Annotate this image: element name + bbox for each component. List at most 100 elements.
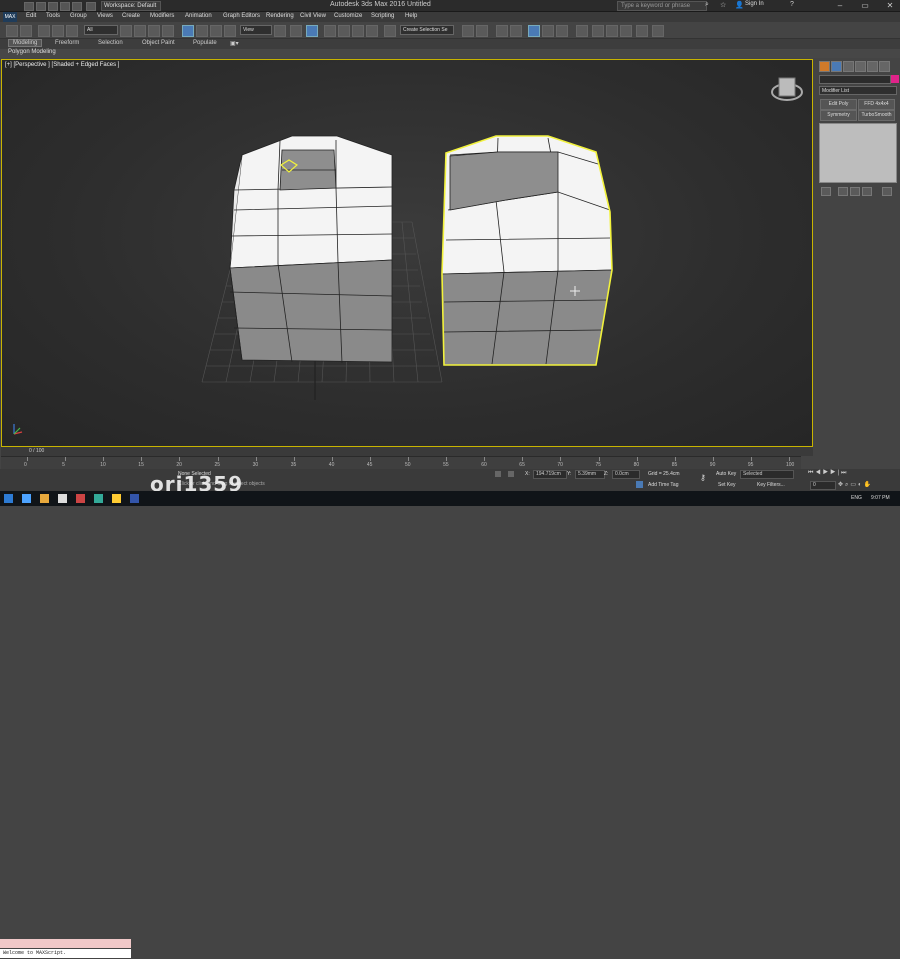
render-iterative-icon[interactable] (636, 25, 648, 37)
track-bar[interactable]: 0 5 10 15 20 25 30 35 40 45 50 55 60 65 70 75 80 85 90 95 10… (1, 456, 801, 470)
rendered-frame-window-icon[interactable] (606, 25, 618, 37)
pin-stack-icon[interactable] (821, 187, 831, 196)
maxscript-input[interactable] (0, 939, 131, 948)
new-file-icon[interactable] (24, 2, 34, 11)
set-key-button[interactable]: Set Key (718, 482, 736, 488)
star-icon[interactable]: ☆ (720, 1, 726, 9)
undo-icon[interactable] (60, 2, 70, 11)
current-frame-field[interactable]: 0 (810, 481, 836, 490)
keyboard-shortcut-override-icon[interactable] (306, 25, 318, 37)
unlink-icon[interactable] (52, 25, 64, 37)
menu-item-tools[interactable]: Tools (46, 13, 60, 19)
placement-icon[interactable] (224, 25, 236, 37)
app-icon-4[interactable] (130, 494, 139, 503)
modifier-stack[interactable] (819, 123, 897, 183)
app-icon-3[interactable] (112, 494, 121, 503)
make-unique-icon[interactable] (850, 187, 860, 196)
menu-item-customize[interactable]: Customize (334, 13, 362, 19)
percent-snap-icon[interactable] (352, 25, 364, 37)
reference-coordinate-dropdown[interactable]: View (240, 25, 272, 35)
render-setup-icon[interactable] (592, 25, 604, 37)
render-production-icon[interactable] (620, 25, 632, 37)
minimize-button[interactable]: – (830, 0, 850, 11)
tab-modeling[interactable]: Modeling (8, 39, 43, 47)
polygon-modeling-panel-label[interactable]: Polygon Modeling (8, 49, 56, 55)
snaps-toggle-icon[interactable] (324, 25, 336, 37)
y-coordinate-field[interactable]: 5.39mm (575, 470, 605, 479)
pivot-center-icon[interactable] (274, 25, 286, 37)
ffd-button[interactable]: FFD 4x4x4 (858, 99, 895, 110)
render-in-cloud-icon[interactable] (652, 25, 664, 37)
curve-editor-icon[interactable] (542, 25, 554, 37)
named-selection-dropdown[interactable]: Create Selection Se (400, 25, 454, 35)
modify-tab-icon[interactable] (831, 61, 842, 72)
link-icon[interactable] (38, 25, 50, 37)
spinner-snap-icon[interactable] (366, 25, 378, 37)
add-time-tag-button[interactable]: Add Time Tag (648, 482, 678, 488)
tab-freeform[interactable]: Freeform (55, 40, 79, 46)
project-folder-icon[interactable] (86, 2, 96, 11)
window-crossing-icon[interactable] (162, 25, 174, 37)
edge-browser-icon[interactable] (22, 494, 31, 503)
menu-item-modifiers[interactable]: Modifiers (150, 13, 174, 19)
selection-filter-dropdown[interactable]: All (84, 25, 118, 35)
menu-item-views[interactable]: Views (97, 13, 113, 19)
edit-named-selection-icon[interactable] (384, 25, 396, 37)
edit-poly-button[interactable]: Edit Poly (820, 99, 857, 110)
time-tag-icon[interactable] (636, 481, 643, 488)
menu-item-scripting[interactable]: Scripting (371, 13, 394, 19)
binoculars-icon[interactable]: ⌕ (705, 1, 709, 9)
app-icon[interactable] (76, 494, 85, 503)
undo-button[interactable] (6, 25, 18, 37)
language-indicator[interactable]: ENG (851, 495, 862, 501)
redo-icon[interactable] (72, 2, 82, 11)
workspace-dropdown[interactable]: Workspace: Default (101, 1, 161, 11)
menu-item-edit[interactable]: Edit (26, 13, 36, 19)
menu-item-create[interactable]: Create (122, 13, 140, 19)
align-icon[interactable] (476, 25, 488, 37)
tab-populate[interactable]: Populate (193, 40, 217, 46)
file-explorer-icon[interactable] (40, 494, 49, 503)
graphite-ribbon-icon[interactable] (528, 25, 540, 37)
user-icon[interactable]: 👤 (735, 1, 744, 9)
symmetry-button[interactable]: Symmetry (820, 110, 857, 121)
menu-item-graph-editors[interactable]: Graph Editors (223, 13, 260, 19)
select-and-move-icon[interactable] (182, 25, 194, 37)
sign-in-link[interactable]: Sign In (745, 1, 764, 7)
show-end-result-icon[interactable] (838, 187, 848, 196)
ribbon-options-icon[interactable]: ▣▾ (230, 40, 239, 47)
scene-explorer-icon[interactable] (496, 25, 508, 37)
turbosmooth-button[interactable]: TurboSmooth (858, 110, 895, 121)
tab-selection[interactable]: Selection (98, 40, 123, 46)
modifier-list-dropdown[interactable]: Modifier List (819, 86, 897, 95)
angle-snap-icon[interactable] (338, 25, 350, 37)
search-input[interactable]: Type a keyword or phrase (617, 1, 707, 11)
select-and-rotate-icon[interactable] (196, 25, 208, 37)
remove-modifier-icon[interactable] (862, 187, 872, 196)
maxscript-listener[interactable]: Welcome to MAXScript. (0, 939, 131, 959)
layer-explorer-icon[interactable] (510, 25, 522, 37)
motion-tab-icon[interactable] (855, 61, 866, 72)
auto-key-button[interactable]: Auto Key (716, 471, 736, 477)
utilities-tab-icon[interactable] (879, 61, 890, 72)
menu-item-help[interactable]: Help (405, 13, 417, 19)
select-manipulate-icon[interactable] (290, 25, 302, 37)
display-tab-icon[interactable] (867, 61, 878, 72)
store-icon[interactable] (58, 494, 67, 503)
schematic-view-icon[interactable] (556, 25, 568, 37)
create-tab-icon[interactable] (819, 61, 830, 72)
menu-item-group[interactable]: Group (70, 13, 87, 19)
open-file-icon[interactable] (36, 2, 46, 11)
menu-item-civil-view[interactable]: Civil View (300, 13, 326, 19)
perspective-viewport[interactable]: [+] [Perspective ] [Shaded + Edged Faces… (1, 59, 813, 447)
menu-item-rendering[interactable]: Rendering (266, 13, 294, 19)
z-coordinate-field[interactable]: 0.0cm (612, 470, 640, 479)
maximize-button[interactable]: ▭ (855, 0, 875, 11)
selection-lock-icon[interactable] (495, 471, 501, 477)
close-button[interactable]: ✕ (880, 0, 900, 11)
playback-controls[interactable]: ⏮◀▶▶|⏭ (808, 470, 868, 478)
configure-modifier-sets-icon[interactable] (882, 187, 892, 196)
time-slider[interactable]: 0 / 100 (1, 447, 813, 456)
x-coordinate-field[interactable]: 194.719cm (533, 470, 567, 479)
application-menu-button[interactable]: MAX (3, 12, 17, 22)
